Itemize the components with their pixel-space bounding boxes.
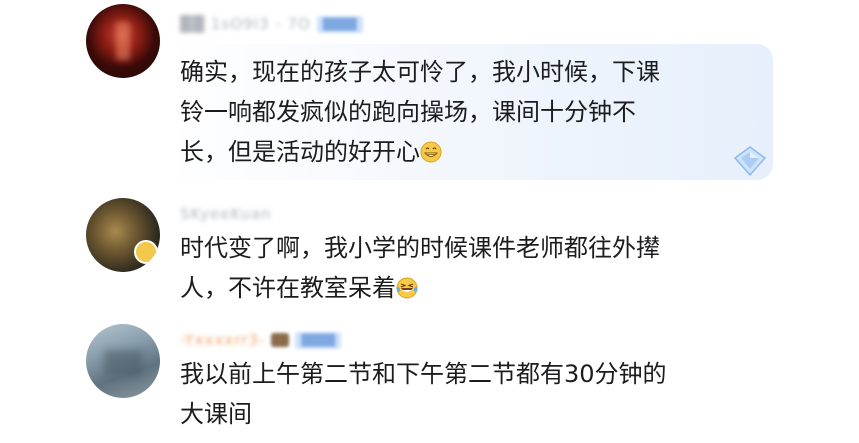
comment-line: 人，不许在教室呆着 [180, 268, 660, 308]
laughing-tears-face-icon [396, 277, 418, 299]
user-badge: ████ [295, 331, 342, 349]
comment-line: 大课间 [180, 400, 252, 428]
grinning-face-icon [420, 141, 442, 163]
avatar-badge-icon [134, 240, 158, 264]
avatar[interactable] [86, 4, 160, 78]
comment-text: 确实，现在的孩子太可怜了，我小时候，下课 铃一响都发疯似的跑向操场，课间十分钟不… [180, 52, 660, 172]
comment-line-text: 人，不许在教室呆着 [180, 274, 396, 302]
comment-meta: SKyeeKuan [180, 202, 272, 226]
comment-text: 我以前上午第二节和下午第二节都有30分钟的 大课间 [180, 354, 667, 434]
username[interactable]: -Yxxxxrr3- [180, 331, 265, 349]
comment-line: 时代变了啊，我小学的时候课件老师都往外撵 [180, 234, 660, 262]
comment-line-text: 长，但是活动的好开心 [180, 138, 420, 166]
comment-meta: -Yxxxxrr3- ████ [180, 328, 342, 352]
comment-meta: ██ 1sO9I3 - 7O ████ [180, 12, 363, 36]
user-badge: ████ [316, 15, 363, 33]
username[interactable]: SKyeeKuan [180, 205, 272, 223]
avatar[interactable] [86, 198, 160, 272]
comment-line: 铃一响都发疯似的跑向操场，课间十分钟不 [180, 98, 636, 126]
diamond-badge-icon [733, 146, 767, 176]
comment-line: 我以前上午第二节和下午第二节都有30分钟的 [180, 360, 667, 388]
comment-text: 时代变了啊，我小学的时候课件老师都往外撵 人，不许在教室呆着 [180, 228, 660, 308]
avatar[interactable] [86, 324, 160, 398]
comment-line: 长，但是活动的好开心 [180, 132, 660, 172]
comment-list: ██ 1sO9I3 - 7O ████ 确实，现在的孩子太可怜了，我小时候，下课… [0, 0, 859, 443]
comment-line: 确实，现在的孩子太可怜了，我小时候，下课 [180, 58, 660, 86]
user-level-icon [271, 333, 290, 347]
username[interactable]: ██ 1sO9I3 - 7O [180, 15, 311, 33]
